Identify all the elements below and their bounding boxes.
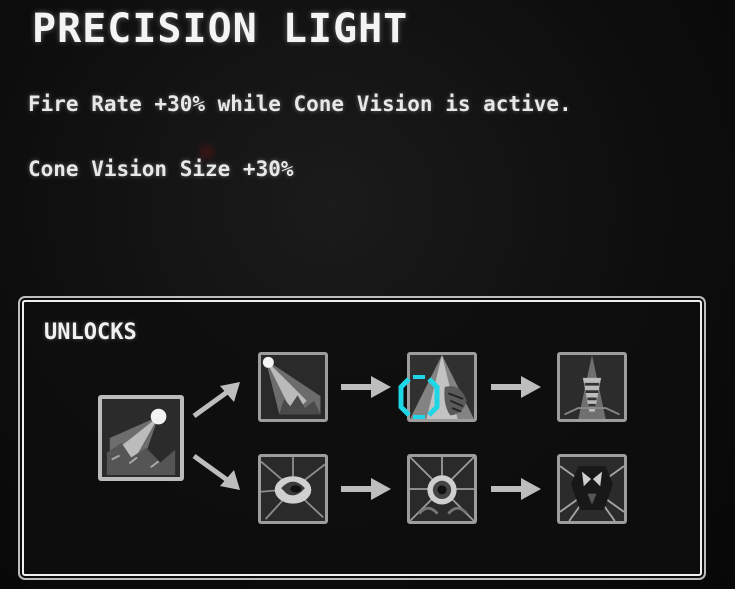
arrow-up-right-icon [192,382,240,419]
ability-title: PRECISION LIGHT [32,6,409,52]
selection-cursor [398,375,440,419]
arrow-right-icon [491,478,541,500]
ability-description-line: Cone Vision Size +30% [28,157,294,181]
light-beam-ruins-icon[interactable] [258,352,328,422]
background-glow [195,140,219,164]
arrow-right-icon [491,376,541,398]
unlocks-label: UNLOCKS [44,320,137,345]
unlocks-panel: UNLOCKS [22,300,702,576]
swirl-orb-icon[interactable] [258,454,328,524]
eye-burst-icon[interactable] [407,454,477,524]
arrow-right-icon [341,376,391,398]
arrow-right-icon [341,478,391,500]
creature-face-burst-icon[interactable] [557,454,627,524]
drill-beam-icon[interactable] [557,352,627,422]
ability-description-line: Fire Rate +30% while Cone Vision is acti… [28,92,572,116]
flashlight-beam-icon[interactable] [98,395,184,481]
arrow-down-right-icon [192,453,240,490]
